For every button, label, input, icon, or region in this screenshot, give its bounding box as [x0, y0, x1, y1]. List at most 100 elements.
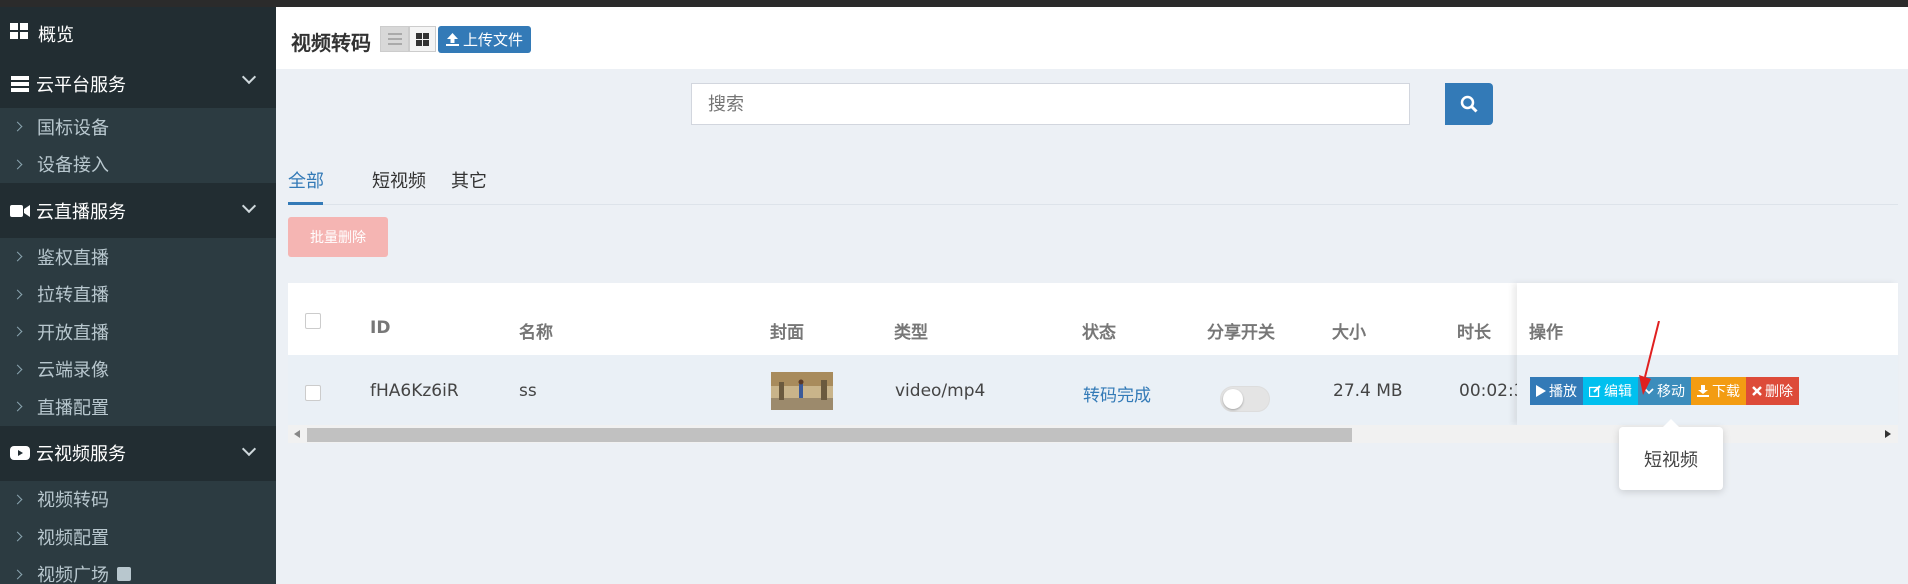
upload-label: 上传文件	[462, 31, 523, 49]
search-button[interactable]	[1445, 83, 1493, 125]
sidebar-group-cloud-platform[interactable]: 云平台服务	[0, 60, 276, 108]
sidebar-group-cloud-live[interactable]: 云直播服务	[0, 183, 276, 238]
column-header-cover: 封面	[770, 323, 804, 343]
batch-delete-button[interactable]: 批量删除	[288, 217, 388, 257]
chevron-right-icon	[12, 401, 23, 412]
column-header-status: 状态	[1082, 323, 1116, 343]
column-header-size: 大小	[1332, 323, 1366, 343]
play-icon	[1536, 385, 1546, 397]
sidebar-item-overview[interactable]: 概览	[0, 7, 276, 60]
sidebar-item-label: 概览	[38, 24, 74, 46]
sidebar-item-pull-live[interactable]: 拉转直播	[0, 275, 276, 313]
sidebar-item-video-transcode[interactable]: 视频转码	[0, 480, 276, 518]
column-header-actions: 操作	[1529, 323, 1563, 343]
search-input[interactable]	[691, 83, 1410, 125]
sidebar-item-label: 视频广场	[37, 565, 109, 584]
chevron-right-icon	[12, 531, 23, 542]
row-checkbox[interactable]	[305, 385, 321, 401]
upload-icon	[445, 33, 459, 46]
external-link-icon	[117, 567, 131, 582]
tab-short-video[interactable]: 短视频	[372, 167, 426, 193]
annotation-arrow	[1639, 321, 1660, 395]
cell-size: 27.4 MB	[1333, 381, 1403, 401]
page-title: 视频转码	[291, 31, 371, 55]
scrollbar-thumb[interactable]	[307, 428, 1352, 442]
sidebar-item-label: 拉转直播	[37, 285, 109, 307]
sidebar-item-cloud-record[interactable]: 云端录像	[0, 350, 276, 388]
top-bar	[0, 0, 1908, 7]
sidebar-item-label: 云端录像	[37, 360, 109, 382]
toggle-knob	[1223, 389, 1243, 409]
sidebar-item-label: 直播配置	[37, 397, 109, 419]
search-icon	[1460, 95, 1478, 113]
sidebar-item-video-config[interactable]: 视频配置	[0, 518, 276, 556]
tab-other[interactable]: 其它	[451, 167, 487, 193]
play-button[interactable]: 播放	[1530, 377, 1583, 405]
sidebar-group-cloud-video[interactable]: 云视频服务	[0, 425, 276, 481]
scroll-left-icon	[294, 430, 300, 438]
chevron-right-icon	[12, 569, 23, 580]
sidebar-item-device-access[interactable]: 设备接入	[0, 145, 276, 183]
row-actions: 播放 编辑 移动 下载 删除	[1530, 377, 1799, 405]
upload-file-button[interactable]: 上传文件	[438, 26, 531, 53]
sidebar-item-video-square[interactable]: 视频广场	[0, 555, 276, 584]
video-camera-icon	[10, 203, 30, 219]
chevron-down-icon	[241, 198, 257, 214]
sidebar-item-label: 鉴权直播	[37, 247, 109, 269]
list-icon	[387, 33, 402, 45]
sidebar-group-label: 云视频服务	[36, 444, 126, 465]
active-tab-indicator	[288, 202, 323, 205]
column-header-type: 类型	[894, 323, 928, 343]
sidebar-item-label: 设备接入	[37, 155, 109, 177]
server-icon	[10, 76, 30, 92]
chevron-down-icon	[241, 69, 257, 85]
column-header-duration: 时长	[1457, 323, 1491, 343]
scroll-right-icon	[1885, 430, 1891, 438]
sidebar-item-auth-live[interactable]: 鉴权直播	[0, 238, 276, 276]
chevron-right-icon	[12, 251, 23, 262]
edit-icon	[1589, 385, 1601, 397]
dashboard-icon	[10, 23, 28, 44]
chevron-down-icon	[241, 441, 257, 456]
cell-name: ss	[519, 381, 537, 401]
video-table: ID 名称 封面 类型 状态 分享开关 大小 时长 fHA6Kz6iR ss v…	[288, 283, 1898, 443]
download-icon	[1697, 385, 1709, 397]
video-cover-thumbnail[interactable]	[771, 372, 833, 410]
cell-id: fHA6Kz6iR	[370, 381, 459, 401]
sidebar-group-label: 云平台服务	[36, 75, 126, 96]
tab-bar: 全部 短视频 其它	[288, 161, 1898, 205]
chevron-right-icon	[12, 364, 23, 375]
column-header-id: ID	[370, 318, 391, 338]
cell-status: 转码完成	[1083, 386, 1151, 406]
select-all-checkbox[interactable]	[305, 313, 321, 329]
sidebar-item-open-live[interactable]: 开放直播	[0, 313, 276, 351]
cell-type: video/mp4	[895, 381, 986, 401]
cell-duration: 00:02:34	[1459, 381, 1517, 401]
sidebar-item-label: 视频配置	[37, 527, 109, 549]
chevron-right-icon	[12, 159, 23, 170]
main-content: 视频转码 上传文件 全部 短视频 其它 批量删除 ID 名称 封面 类型 状态 …	[276, 7, 1908, 584]
share-toggle[interactable]	[1220, 386, 1270, 412]
grid-view-button[interactable]	[409, 26, 436, 52]
edit-button[interactable]: 编辑	[1583, 377, 1638, 405]
list-view-button[interactable]	[380, 26, 409, 52]
column-header-share: 分享开关	[1207, 323, 1275, 343]
move-dropdown-option[interactable]: 短视频	[1619, 419, 1723, 490]
chevron-right-icon	[12, 289, 23, 300]
sidebar-item-label: 视频转码	[37, 490, 109, 512]
close-icon	[1752, 386, 1762, 396]
sidebar-item-live-config[interactable]: 直播配置	[0, 388, 276, 426]
actions-column: 操作 播放 编辑 移动 下载 删除	[1517, 283, 1898, 425]
chevron-right-icon	[12, 326, 23, 337]
youtube-play-icon	[10, 445, 30, 461]
chevron-right-icon	[12, 121, 23, 132]
column-header-name: 名称	[519, 323, 553, 343]
sidebar-item-label: 开放直播	[37, 322, 109, 344]
chevron-right-icon	[12, 494, 23, 505]
download-button[interactable]: 下载	[1691, 377, 1746, 405]
sidebar-group-label: 云直播服务	[36, 201, 126, 223]
delete-button[interactable]: 删除	[1746, 377, 1799, 405]
page-header: 视频转码 上传文件	[276, 7, 1908, 69]
sidebar-item-gb-device[interactable]: 国标设备	[0, 108, 276, 146]
tab-all[interactable]: 全部	[288, 167, 324, 193]
